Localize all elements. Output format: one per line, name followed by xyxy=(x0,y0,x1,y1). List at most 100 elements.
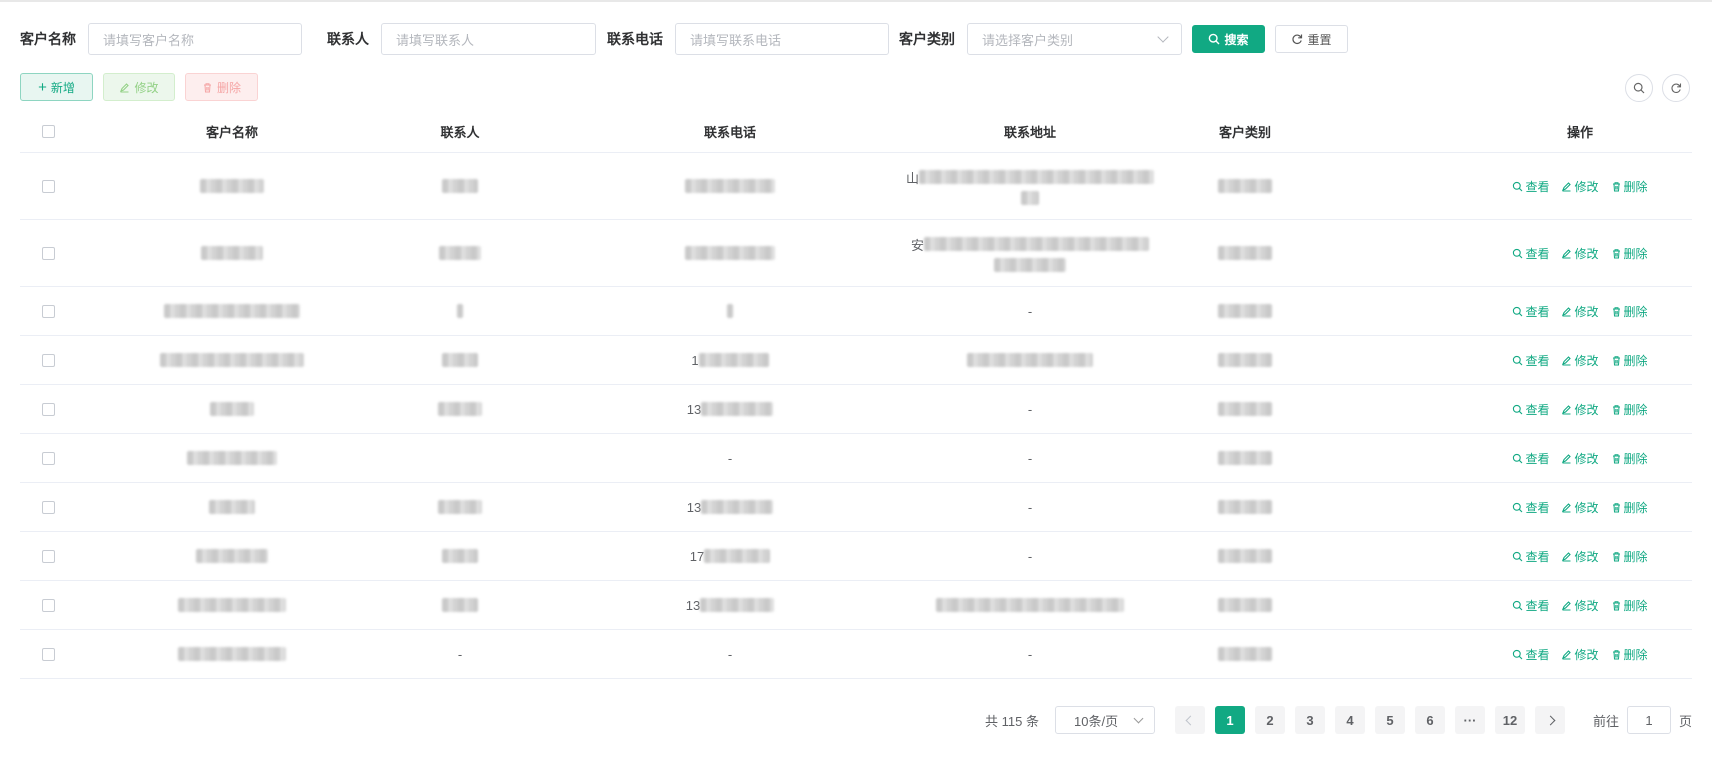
edit-link[interactable]: 修改 xyxy=(1561,352,1599,369)
page-button[interactable]: 5 xyxy=(1375,706,1405,734)
page-button[interactable]: 4 xyxy=(1335,706,1365,734)
view-link[interactable]: 查看 xyxy=(1512,352,1549,369)
phone-input[interactable]: 请填写联系电话 xyxy=(675,23,889,55)
row-checkbox[interactable] xyxy=(41,647,55,661)
customer-name-cell xyxy=(112,220,352,286)
phone-cell: 13 xyxy=(650,483,810,531)
delete-link[interactable]: 删除 xyxy=(1611,499,1648,516)
delete-link[interactable]: 删除 xyxy=(1611,597,1648,614)
view-link[interactable]: 查看 xyxy=(1512,499,1549,516)
address-cell: 山 xyxy=(880,153,1180,219)
refresh-icon xyxy=(1292,34,1303,45)
add-button[interactable]: + 新增 xyxy=(20,73,93,101)
redacted-text xyxy=(201,246,263,260)
phone-cell: 17 xyxy=(650,532,810,580)
view-link[interactable]: 查看 xyxy=(1512,597,1549,614)
header-address[interactable]: 联系地址 xyxy=(880,110,1180,152)
page-button[interactable]: 1 xyxy=(1215,706,1245,734)
redacted-text xyxy=(701,500,774,514)
page-button[interactable]: 6 xyxy=(1415,706,1445,734)
prev-page-button[interactable] xyxy=(1175,706,1205,734)
row-checkbox[interactable] xyxy=(41,304,55,318)
goto-label: 前往 xyxy=(1593,713,1620,729)
edit-link[interactable]: 修改 xyxy=(1561,178,1599,195)
trash-icon xyxy=(203,82,211,92)
delete-button[interactable]: 删除 xyxy=(185,73,258,101)
redacted-text xyxy=(178,647,286,661)
view-link[interactable]: 查看 xyxy=(1512,450,1549,467)
header-contact[interactable]: 联系人 xyxy=(420,110,500,152)
view-link[interactable]: 查看 xyxy=(1512,548,1549,565)
page-button[interactable]: 2 xyxy=(1255,706,1285,734)
goto-page-input[interactable]: 1 xyxy=(1627,706,1672,734)
contact-input[interactable]: 请填写联系人 xyxy=(381,23,596,55)
refresh-icon xyxy=(1671,83,1682,93)
customer-name-input[interactable]: 请填写客户名称 xyxy=(88,23,302,55)
row-checkbox[interactable] xyxy=(41,549,55,563)
header-customer-type[interactable]: 客户类别 xyxy=(1190,110,1300,152)
search-icon xyxy=(1209,33,1220,45)
search-icon xyxy=(1513,600,1523,610)
page-ellipsis[interactable]: ··· xyxy=(1455,706,1485,734)
row-checkbox[interactable] xyxy=(41,451,55,465)
view-link[interactable]: 查看 xyxy=(1512,303,1549,320)
row-checkbox[interactable] xyxy=(41,179,55,193)
operations-cell: 查看 修改 删除 xyxy=(1460,287,1700,335)
row-checkbox[interactable] xyxy=(41,402,55,416)
edit-link[interactable]: 修改 xyxy=(1561,646,1599,663)
edit-link[interactable]: 修改 xyxy=(1561,597,1599,614)
row-checkbox[interactable] xyxy=(41,353,55,367)
customer-type-select[interactable]: 请选择客户类别 xyxy=(967,23,1182,55)
edit-link[interactable]: 修改 xyxy=(1561,303,1599,320)
delete-link[interactable]: 删除 xyxy=(1611,303,1648,320)
edit-link[interactable]: 修改 xyxy=(1561,245,1599,262)
search-icon xyxy=(1633,82,1645,94)
table-row: - - 查看 修改 删除 xyxy=(20,434,1692,483)
delete-link[interactable]: 删除 xyxy=(1611,352,1648,369)
view-link[interactable]: 查看 xyxy=(1512,401,1549,418)
view-link[interactable]: 查看 xyxy=(1512,646,1549,663)
header-customer-name[interactable]: 客户名称 xyxy=(112,110,352,152)
edit-link[interactable]: 修改 xyxy=(1561,548,1599,565)
action-toolbar: + 新增 修改 删除 xyxy=(20,73,258,101)
edit-link[interactable]: 修改 xyxy=(1561,450,1599,467)
page-button[interactable]: 12 xyxy=(1495,706,1525,734)
view-link[interactable]: 查看 xyxy=(1512,245,1549,262)
delete-link[interactable]: 删除 xyxy=(1611,548,1648,565)
customer-type-cell xyxy=(1190,336,1300,384)
view-link[interactable]: 查看 xyxy=(1512,178,1549,195)
row-checkbox[interactable] xyxy=(41,246,55,260)
delete-link[interactable]: 删除 xyxy=(1611,450,1648,467)
delete-link[interactable]: 删除 xyxy=(1611,245,1648,262)
contact-cell: - xyxy=(457,646,463,662)
delete-link[interactable]: 删除 xyxy=(1611,646,1648,663)
redacted-text xyxy=(1218,598,1272,612)
page-button[interactable]: 3 xyxy=(1295,706,1325,734)
row-checkbox[interactable] xyxy=(41,598,55,612)
customer-type-cell xyxy=(1190,434,1300,482)
reset-button[interactable]: 重置 xyxy=(1275,25,1348,53)
redacted-text xyxy=(936,598,1124,612)
next-page-button[interactable] xyxy=(1535,706,1565,734)
search-button[interactable]: 搜索 xyxy=(1192,25,1265,53)
edit-button[interactable]: 修改 xyxy=(103,73,175,101)
select-all-checkbox[interactable] xyxy=(41,124,55,138)
page-size-select[interactable]: 10条/页 xyxy=(1055,706,1155,734)
redacted-text xyxy=(442,598,478,612)
edit-link[interactable]: 修改 xyxy=(1561,401,1599,418)
delete-link[interactable]: 删除 xyxy=(1611,401,1648,418)
customer-name-cell xyxy=(112,532,352,580)
customer-name-cell xyxy=(112,630,352,678)
refresh-table-button[interactable] xyxy=(1662,74,1690,102)
address-cell: - xyxy=(1027,499,1033,515)
redacted-text xyxy=(442,353,478,367)
customer-type-cell xyxy=(1190,630,1300,678)
delete-link[interactable]: 删除 xyxy=(1611,178,1648,195)
toggle-search-button[interactable] xyxy=(1625,74,1653,102)
header-phone[interactable]: 联系电话 xyxy=(650,110,810,152)
redacted-text xyxy=(442,549,478,563)
phone-cell: 13 xyxy=(650,581,810,629)
row-checkbox[interactable] xyxy=(41,500,55,514)
edit-link[interactable]: 修改 xyxy=(1561,499,1599,516)
table-row: 13 - 查看 修改 删除 xyxy=(20,385,1692,434)
